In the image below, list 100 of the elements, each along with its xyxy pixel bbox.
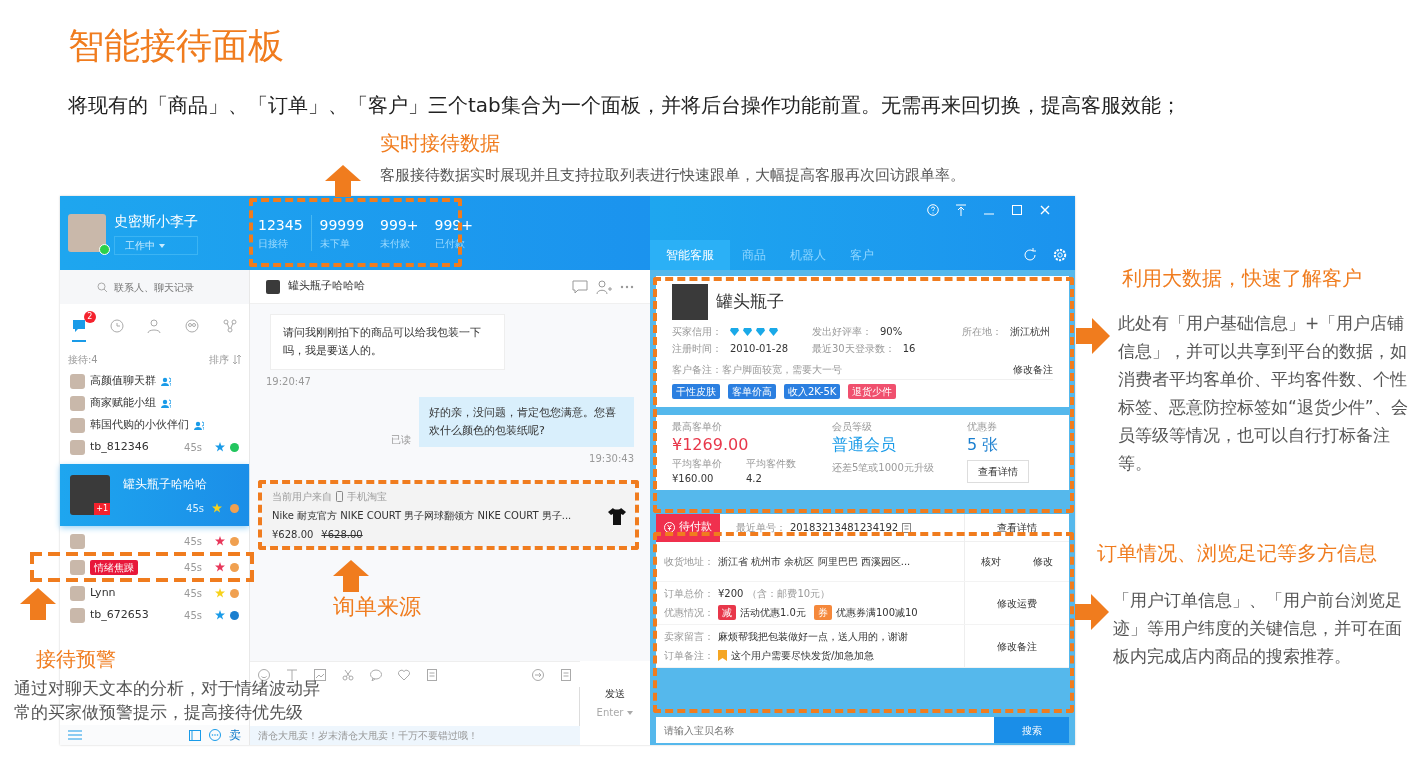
phone-icon <box>336 491 343 502</box>
view-details-button[interactable]: 查看详情 <box>964 513 1069 542</box>
customer-tag: 干性皮肤 <box>672 384 720 399</box>
contact-name: 商家赋能小组 <box>90 394 156 411</box>
avatar <box>70 417 85 433</box>
person-icon <box>146 317 163 334</box>
metric-label: 平均客件数 <box>746 457 796 471</box>
customer-tag: 客单价高 <box>728 384 776 399</box>
discount-badge: 券 <box>813 605 832 620</box>
maximize-icon[interactable] <box>1011 204 1023 216</box>
image-icon[interactable] <box>314 668 326 681</box>
order-action-button[interactable]: 修改备注 <box>997 638 1037 654</box>
stat-value: 999+ <box>380 216 419 235</box>
slide-title: 智能接待面板 <box>68 24 284 68</box>
settings-icon[interactable] <box>1053 248 1067 262</box>
avatar <box>70 439 85 455</box>
group-icon <box>161 376 171 386</box>
search-field[interactable]: 联系人、聊天记录 <box>60 270 249 304</box>
product-search-field[interactable]: 请输入宝贝名称 <box>656 717 994 743</box>
contact-row[interactable]: tb_812346 45s <box>60 436 249 458</box>
forward-icon[interactable] <box>532 668 544 681</box>
heart-icon[interactable] <box>398 668 410 681</box>
avatar <box>70 395 85 411</box>
menu-icon[interactable] <box>68 730 82 740</box>
order-status-label: 待付款 <box>656 513 720 542</box>
message-time: 19:30:43 <box>589 452 634 466</box>
metric-value: 普通会员 <box>832 434 897 456</box>
read-status: 已读 <box>391 433 411 447</box>
view-details-button[interactable]: 查看详情 <box>967 460 1029 483</box>
avatar <box>70 607 85 623</box>
window-icon[interactable] <box>189 729 201 741</box>
product-title: Nike 耐克官方 NIKE COURT 男子网球翻领方 NIKE COURT 男子... <box>272 509 573 523</box>
avatar <box>672 284 708 320</box>
time-label: 45s <box>186 501 204 516</box>
metric-value: ¥160.00 <box>672 472 715 486</box>
contact-row[interactable]: Lynn 45s <box>60 582 249 604</box>
time-label: 45s <box>184 560 202 575</box>
order-action-button[interactable]: 修改 <box>1033 554 1053 569</box>
mood-warning-tag: 情绪焦躁 <box>90 559 138 575</box>
contact-row[interactable]: 高颜值聊天群 <box>60 370 249 392</box>
group-icon <box>194 420 204 430</box>
field-value: 90% <box>880 325 903 339</box>
more-icon[interactable] <box>620 284 634 289</box>
product-price: ¥628.00 <box>272 528 314 542</box>
time-label: 45s <box>184 534 202 549</box>
yen-icon <box>664 522 675 533</box>
help-icon[interactable] <box>927 204 939 216</box>
contact-row[interactable]: +1 罐头瓶子哈哈哈 45s <box>60 464 249 526</box>
contact-row[interactable]: tb_672653 45s <box>60 604 249 626</box>
scissors-icon[interactable] <box>342 668 354 681</box>
field-value: 2010-01-28 <box>730 342 789 356</box>
stat-label: 未下单 <box>319 237 351 251</box>
avatar <box>70 585 85 601</box>
message-bubble: 请问我刚刚拍下的商品可以给我包装一下吗，我是要送人的。 <box>270 314 505 370</box>
smiley-icon[interactable] <box>258 668 270 681</box>
order-action-button[interactable]: 修改运费 <box>997 595 1037 611</box>
metric-value: 4.2 <box>746 472 763 486</box>
document-icon[interactable] <box>426 668 438 681</box>
field-label: 发出好评率： <box>812 325 872 339</box>
annotation-text: 客服接待数据实时展现并且支持拉取列表进行快速跟单，大幅提高客服再次回访跟单率。 <box>380 165 965 186</box>
annotation-text: 通过对聊天文本的分析，对于情绪波动异常的买家做预警提示，提高接待优先级 <box>14 677 321 724</box>
field-note: （含：邮费10元） <box>747 587 831 601</box>
field-label: 注册时间： <box>672 342 722 356</box>
tshirt-icon <box>608 506 626 525</box>
nodes-icon <box>222 317 239 334</box>
pin-icon[interactable] <box>955 204 967 216</box>
chat-bubble-icon[interactable] <box>370 668 382 681</box>
contact-row[interactable]: 情绪焦躁 45s <box>60 556 249 578</box>
add-user-icon[interactable] <box>596 279 612 294</box>
contact-row[interactable]: 商家赋能小组 <box>60 392 249 414</box>
discount-text: 活动优惠1.0元 <box>740 606 806 620</box>
customer-tag: 收入2K-5K <box>784 384 841 399</box>
chat-bubble-icon[interactable] <box>572 279 588 294</box>
field-label: 订单备注： <box>664 649 714 663</box>
avatar <box>70 373 85 389</box>
font-icon[interactable] <box>286 668 298 681</box>
edit-note-button[interactable]: 修改备注 <box>1013 362 1053 377</box>
field-value: 这个用户需要尽快发货/加急加急 <box>731 649 875 663</box>
clock-icon <box>108 317 125 334</box>
order-action-button[interactable]: 核对 <box>981 554 1001 569</box>
message-time: 19:20:47 <box>266 375 311 389</box>
metric-value: ¥1269.00 <box>672 434 750 456</box>
close-icon[interactable] <box>1039 204 1051 216</box>
discount-text: 优惠券满100减10 <box>835 606 918 620</box>
arrow-icon <box>325 165 361 197</box>
send-button[interactable]: 发送 <box>605 686 625 701</box>
source-label: 当前用户来自 <box>272 490 332 504</box>
copy-icon[interactable] <box>902 522 912 533</box>
arrow-icon <box>1076 318 1110 354</box>
annotation-heading: 实时接待数据 <box>380 131 500 155</box>
field-label: 订单总价： <box>664 587 714 601</box>
chat-bubble-icon[interactable] <box>209 729 221 741</box>
slide-subtitle: 将现有的「商品」、「订单」、「客户」三个tab集合为一个面板，并将后台操作功能前置。无需再来回切换，提高客服效能； <box>68 92 1181 119</box>
search-input[interactable]: 联系人、聊天记录 <box>112 278 212 296</box>
shop-button[interactable]: 卖 <box>229 728 241 742</box>
contact-row[interactable]: 韩国代购的小伙伴们 <box>60 414 249 436</box>
nav-tab[interactable]: 2 <box>61 310 96 342</box>
refresh-icon[interactable] <box>1023 248 1037 262</box>
note-icon[interactable] <box>560 668 572 681</box>
caret-icon <box>627 710 634 715</box>
